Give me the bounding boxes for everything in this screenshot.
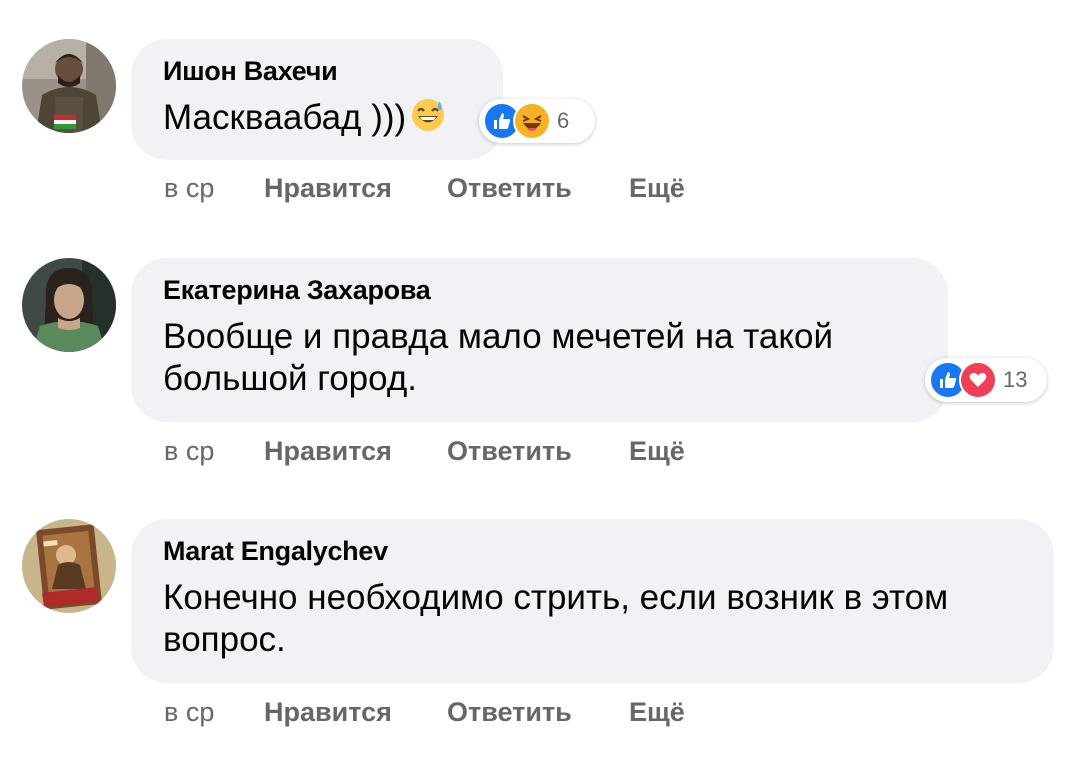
like-button[interactable]: Нравится [264, 436, 447, 467]
reply-button[interactable]: Ответить [447, 436, 629, 467]
reaction-summary[interactable]: 6 [479, 99, 595, 143]
comment-time[interactable]: в ср [164, 697, 264, 728]
comment-text: Масквaабад ))) [163, 97, 471, 143]
more-button[interactable]: Ещё [629, 173, 685, 204]
comment-actions: в ср Нравится Ответить Ещё [164, 697, 685, 728]
love-reaction-icon [959, 361, 997, 399]
comment-author[interactable]: Ишон Вахечи [163, 55, 471, 87]
comment-actions: в ср Нравится Ответить Ещё [164, 436, 685, 467]
grinning-sweat-emoji-icon [410, 97, 446, 143]
comment-bubble: Екатерина Захарова Вообще и правда мало … [131, 258, 948, 422]
reaction-count: 6 [557, 108, 570, 133]
comment-time[interactable]: в ср [164, 173, 264, 204]
like-button[interactable]: Нравится [264, 697, 447, 728]
comment-author[interactable]: Екатерина Захарова [163, 274, 916, 306]
more-button[interactable]: Ещё [629, 436, 685, 467]
haha-reaction-icon [513, 102, 551, 140]
reaction-summary[interactable]: 13 [925, 358, 1047, 402]
reply-button[interactable]: Ответить [447, 697, 629, 728]
comment-time[interactable]: в ср [164, 436, 264, 467]
comment-text: Вообще и правда мало мечетей на такой бо… [163, 317, 834, 398]
comment-author[interactable]: Marat Engalychev [163, 535, 1022, 567]
avatar[interactable] [22, 39, 116, 133]
avatar[interactable] [22, 258, 116, 352]
reaction-count: 13 [1003, 367, 1028, 392]
avatar[interactable] [22, 519, 116, 613]
comment-bubble: Ишон Вахечи Масквaабад ))) [131, 39, 503, 160]
like-button[interactable]: Нравится [264, 173, 447, 204]
comment-actions: в ср Нравится Ответить Ещё [164, 173, 685, 204]
reply-button[interactable]: Ответить [447, 173, 629, 204]
more-button[interactable]: Ещё [629, 697, 685, 728]
comment-text: Конечно необходимо стрить, если возник в… [163, 578, 949, 659]
comment-bubble: Marat Engalychev Конечно необходимо стри… [131, 519, 1054, 683]
